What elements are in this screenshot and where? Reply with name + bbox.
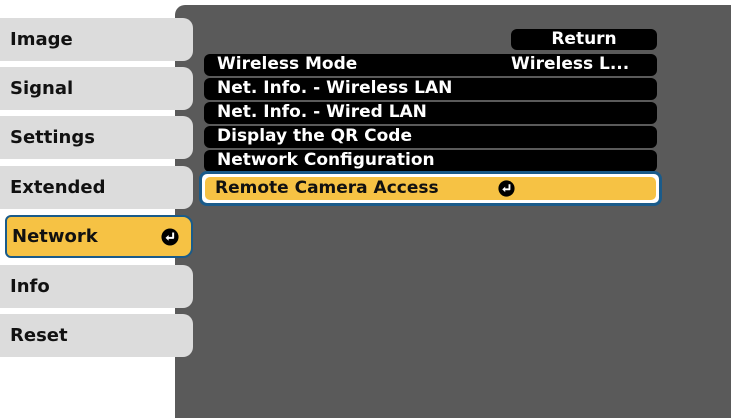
menu-item-network-configuration[interactable]: Network Configuration xyxy=(204,150,657,172)
sidebar-item-image[interactable]: Image xyxy=(0,18,193,61)
return-button[interactable]: Return xyxy=(511,29,657,50)
menu-item-label: Display the QR Code xyxy=(217,126,412,146)
sidebar-item-signal[interactable]: Signal xyxy=(0,67,193,110)
menu-item-label: Net. Info. - Wired LAN xyxy=(217,102,427,122)
selected-item-highlight: Remote Camera Access xyxy=(205,177,656,200)
menu-item-label: Remote Camera Access xyxy=(215,178,439,198)
menu-item-remote-camera-access[interactable]: Remote Camera Access xyxy=(199,171,662,206)
sidebar-item-label: Network xyxy=(12,226,98,247)
submenu-panel: Return Wireless Mode Wireless L... Net. … xyxy=(175,5,731,418)
menu-item-net-info-wired-lan[interactable]: Net. Info. - Wired LAN xyxy=(204,102,657,124)
sidebar-item-label: Settings xyxy=(10,127,95,148)
sidebar-item-label: Info xyxy=(10,276,50,297)
sidebar-item-extended[interactable]: Extended xyxy=(0,166,193,209)
sidebar-item-label: Reset xyxy=(10,325,68,346)
menu-item-label: Network Configuration xyxy=(217,150,435,170)
menu-item-net-info-wireless-lan[interactable]: Net. Info. - Wireless LAN xyxy=(204,78,657,100)
enter-icon xyxy=(161,228,179,246)
main-menu-sidebar: Image Signal Settings Extended Network I… xyxy=(0,0,196,418)
menu-item-label: Wireless Mode xyxy=(217,54,358,74)
sidebar-item-network[interactable]: Network xyxy=(5,215,193,258)
enter-icon xyxy=(498,180,515,197)
network-menu-list: Wireless Mode Wireless L... Net. Info. -… xyxy=(204,54,657,172)
menu-item-value: Wireless L... xyxy=(511,54,630,74)
menu-item-display-qr-code[interactable]: Display the QR Code xyxy=(204,126,657,148)
projector-menu-screen: Return Wireless Mode Wireless L... Net. … xyxy=(0,0,731,418)
sidebar-item-reset[interactable]: Reset xyxy=(0,314,193,357)
sidebar-item-info[interactable]: Info xyxy=(0,265,193,308)
menu-item-wireless-mode[interactable]: Wireless Mode Wireless L... xyxy=(204,54,657,76)
sidebar-item-label: Image xyxy=(10,29,73,50)
sidebar-item-settings[interactable]: Settings xyxy=(0,116,193,159)
menu-item-label: Net. Info. - Wireless LAN xyxy=(217,78,453,98)
sidebar-item-label: Signal xyxy=(10,78,74,99)
sidebar-item-label: Extended xyxy=(10,177,106,198)
